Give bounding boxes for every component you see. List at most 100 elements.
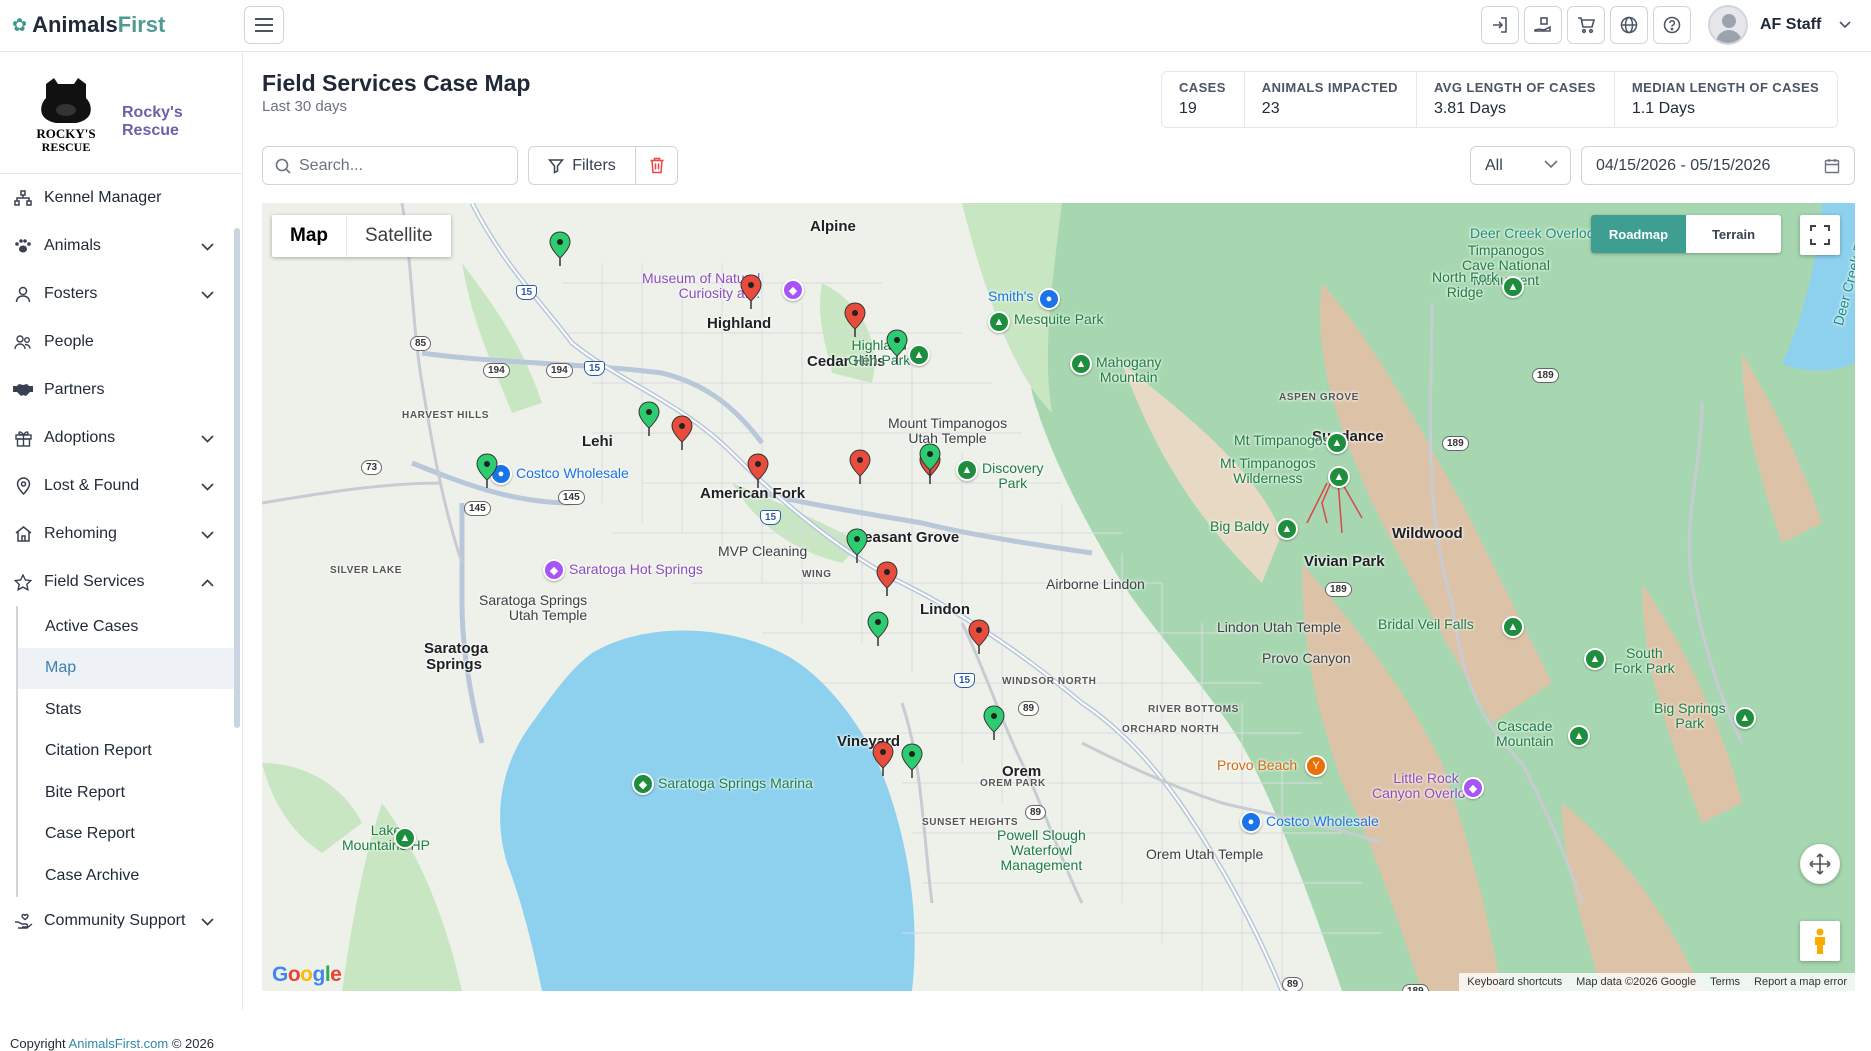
help-button[interactable] bbox=[1653, 6, 1691, 44]
fullscreen-icon bbox=[1810, 225, 1830, 245]
app-logo[interactable]: ✿ Animals First bbox=[12, 12, 165, 38]
case-pin-green-icon[interactable] bbox=[918, 443, 942, 479]
copyright-link[interactable]: AnimalsFirst.com bbox=[69, 1036, 169, 1051]
park-poi-icon[interactable]: ▲ bbox=[1326, 432, 1348, 454]
case-map[interactable]: Alpine Highland Cedar Hills Lehi American Fo… bbox=[262, 203, 1855, 991]
roadmap-button[interactable]: Roadmap bbox=[1591, 215, 1686, 253]
sidebar-item-fosters[interactable]: Fosters bbox=[0, 270, 236, 318]
people-icon bbox=[12, 334, 34, 350]
case-pin-green-icon[interactable] bbox=[900, 743, 924, 779]
area-label: SILVER LAKE bbox=[330, 565, 402, 576]
attribution-link[interactable]: Map data ©2026 Google bbox=[1576, 976, 1696, 988]
chevron-down-icon bbox=[201, 238, 214, 256]
sidebar-item-kennel-manager[interactable]: Kennel Manager bbox=[0, 174, 236, 222]
food-poi-icon[interactable]: Y bbox=[1305, 755, 1327, 777]
status-select[interactable]: All bbox=[1470, 146, 1571, 185]
hamburger-menu-button[interactable] bbox=[244, 6, 284, 44]
poi-poi-icon[interactable]: ◆ bbox=[1462, 777, 1484, 799]
place-label: South Fork Park bbox=[1614, 645, 1675, 676]
case-pin-green-icon[interactable] bbox=[637, 401, 661, 437]
sidebar-subitem-citation-report[interactable]: Citation Report bbox=[18, 731, 236, 773]
map-camera-control[interactable] bbox=[1800, 844, 1840, 884]
intake-button[interactable] bbox=[1524, 6, 1562, 44]
clear-filters-button[interactable] bbox=[635, 146, 678, 185]
park-poi-icon[interactable]: ▲ bbox=[1568, 725, 1590, 747]
org-logo-text-1: ROCKY'S bbox=[36, 126, 95, 141]
street-view-pegman-button[interactable] bbox=[1800, 921, 1840, 961]
sidebar-item-adoptions[interactable]: Adoptions bbox=[0, 414, 236, 462]
user-menu[interactable]: AF Staff bbox=[1708, 5, 1851, 45]
park-poi-icon[interactable]: ▲ bbox=[908, 344, 930, 366]
fullscreen-button[interactable] bbox=[1800, 215, 1840, 255]
spa-poi-icon[interactable]: ◆ bbox=[543, 559, 565, 581]
sidebar-subitem-active-cases[interactable]: Active Cases bbox=[18, 606, 236, 648]
date-range-picker[interactable]: 04/15/2026 - 05/15/2026 bbox=[1581, 146, 1855, 185]
sidebar-item-label: Adoptions bbox=[44, 429, 116, 446]
park-poi-icon[interactable]: ▲ bbox=[1584, 648, 1606, 670]
park-poi-icon[interactable]: ▲ bbox=[988, 311, 1010, 333]
sidebar-subitem-case-report[interactable]: Case Report bbox=[18, 814, 236, 856]
star-icon bbox=[12, 573, 34, 591]
highway-shield: 145 bbox=[464, 501, 491, 516]
park-poi-icon[interactable]: ▲ bbox=[1502, 276, 1524, 298]
sidebar-item-community-support[interactable]: Community Support bbox=[0, 897, 236, 945]
park-poi-icon[interactable]: ▲ bbox=[956, 459, 978, 481]
filters-button[interactable]: Filters bbox=[528, 146, 636, 185]
map-type-map-button[interactable]: Map bbox=[272, 215, 346, 257]
park-poi-icon[interactable]: ▲ bbox=[1276, 518, 1298, 540]
case-pin-red-icon[interactable] bbox=[739, 274, 763, 310]
case-pin-red-icon[interactable] bbox=[875, 561, 899, 597]
sidebar-item-people[interactable]: People bbox=[0, 318, 236, 366]
highway-shield: 89 bbox=[1018, 701, 1040, 716]
sidebar-item-field-services[interactable]: Field Services bbox=[0, 558, 236, 606]
case-pin-red-icon[interactable] bbox=[746, 453, 770, 489]
sidebar-subitem-case-archive[interactable]: Case Archive bbox=[18, 855, 236, 897]
case-pin-green-icon[interactable] bbox=[845, 528, 869, 564]
attribution-link[interactable]: Report a map error bbox=[1754, 976, 1847, 988]
chevron-up-icon bbox=[201, 574, 214, 592]
cart-button[interactable] bbox=[1567, 6, 1605, 44]
sidebar-subitem-stats[interactable]: Stats bbox=[18, 689, 236, 731]
case-pin-green-icon[interactable] bbox=[866, 611, 890, 647]
stat-avg-length: AVG LENGTH OF CASES 3.81 Days bbox=[1417, 72, 1615, 127]
park-poi-icon[interactable]: ▲ bbox=[1070, 353, 1092, 375]
sidebar-item-animals[interactable]: Animals bbox=[0, 222, 236, 270]
login-button[interactable] bbox=[1481, 6, 1519, 44]
sidebar-item-lost-found[interactable]: Lost & Found bbox=[0, 462, 236, 510]
case-pin-red-icon[interactable] bbox=[848, 449, 872, 485]
case-pin-green-icon[interactable] bbox=[982, 705, 1006, 741]
map-type-satellite-button[interactable]: Satellite bbox=[346, 215, 451, 257]
place-label: Bridal Veil Falls bbox=[1378, 616, 1474, 632]
sidebar-scrollbar[interactable] bbox=[234, 228, 240, 728]
filter-icon bbox=[548, 158, 565, 174]
city-label: Highland bbox=[707, 315, 772, 332]
place-label: Saratoga Hot Springs bbox=[569, 561, 703, 577]
case-pin-red-icon[interactable] bbox=[871, 741, 895, 777]
terrain-button[interactable]: Terrain bbox=[1686, 215, 1781, 253]
case-pin-red-icon[interactable] bbox=[670, 415, 694, 451]
search-input[interactable] bbox=[299, 156, 499, 175]
sidebar-item-partners[interactable]: Partners bbox=[0, 366, 236, 414]
case-pin-green-icon[interactable] bbox=[475, 453, 499, 489]
sidebar-item-label: Kennel Manager bbox=[44, 189, 162, 206]
brand-part1: Animals bbox=[32, 12, 118, 37]
park-poi-icon[interactable]: ▲ bbox=[1328, 466, 1350, 488]
marina-poi-icon[interactable]: ◆ bbox=[632, 773, 654, 795]
sidebar-subitem-bite-report[interactable]: Bite Report bbox=[18, 772, 236, 814]
sidebar-item-rehoming[interactable]: Rehoming bbox=[0, 510, 236, 558]
globe-button[interactable] bbox=[1610, 6, 1648, 44]
case-pin-green-icon[interactable] bbox=[885, 329, 909, 365]
shop-poi-icon[interactable]: ● bbox=[1038, 288, 1060, 310]
case-pin-red-icon[interactable] bbox=[967, 619, 991, 655]
park-poi-icon[interactable]: ▲ bbox=[394, 827, 416, 849]
park-poi-icon[interactable]: ▲ bbox=[1502, 616, 1524, 638]
park-poi-icon[interactable]: ▲ bbox=[1734, 707, 1756, 729]
place-label: Provo Beach bbox=[1217, 757, 1298, 773]
shop-poi-icon[interactable]: ● bbox=[1240, 811, 1262, 833]
attribution-link[interactable]: Keyboard shortcuts bbox=[1467, 976, 1562, 988]
sidebar-subitem-map[interactable]: Map bbox=[18, 647, 236, 689]
case-pin-red-icon[interactable] bbox=[843, 302, 867, 338]
case-pin-green-icon[interactable] bbox=[548, 231, 572, 267]
attribution-link[interactable]: Terms bbox=[1710, 976, 1740, 988]
museum-poi-icon[interactable]: ◆ bbox=[782, 279, 804, 301]
